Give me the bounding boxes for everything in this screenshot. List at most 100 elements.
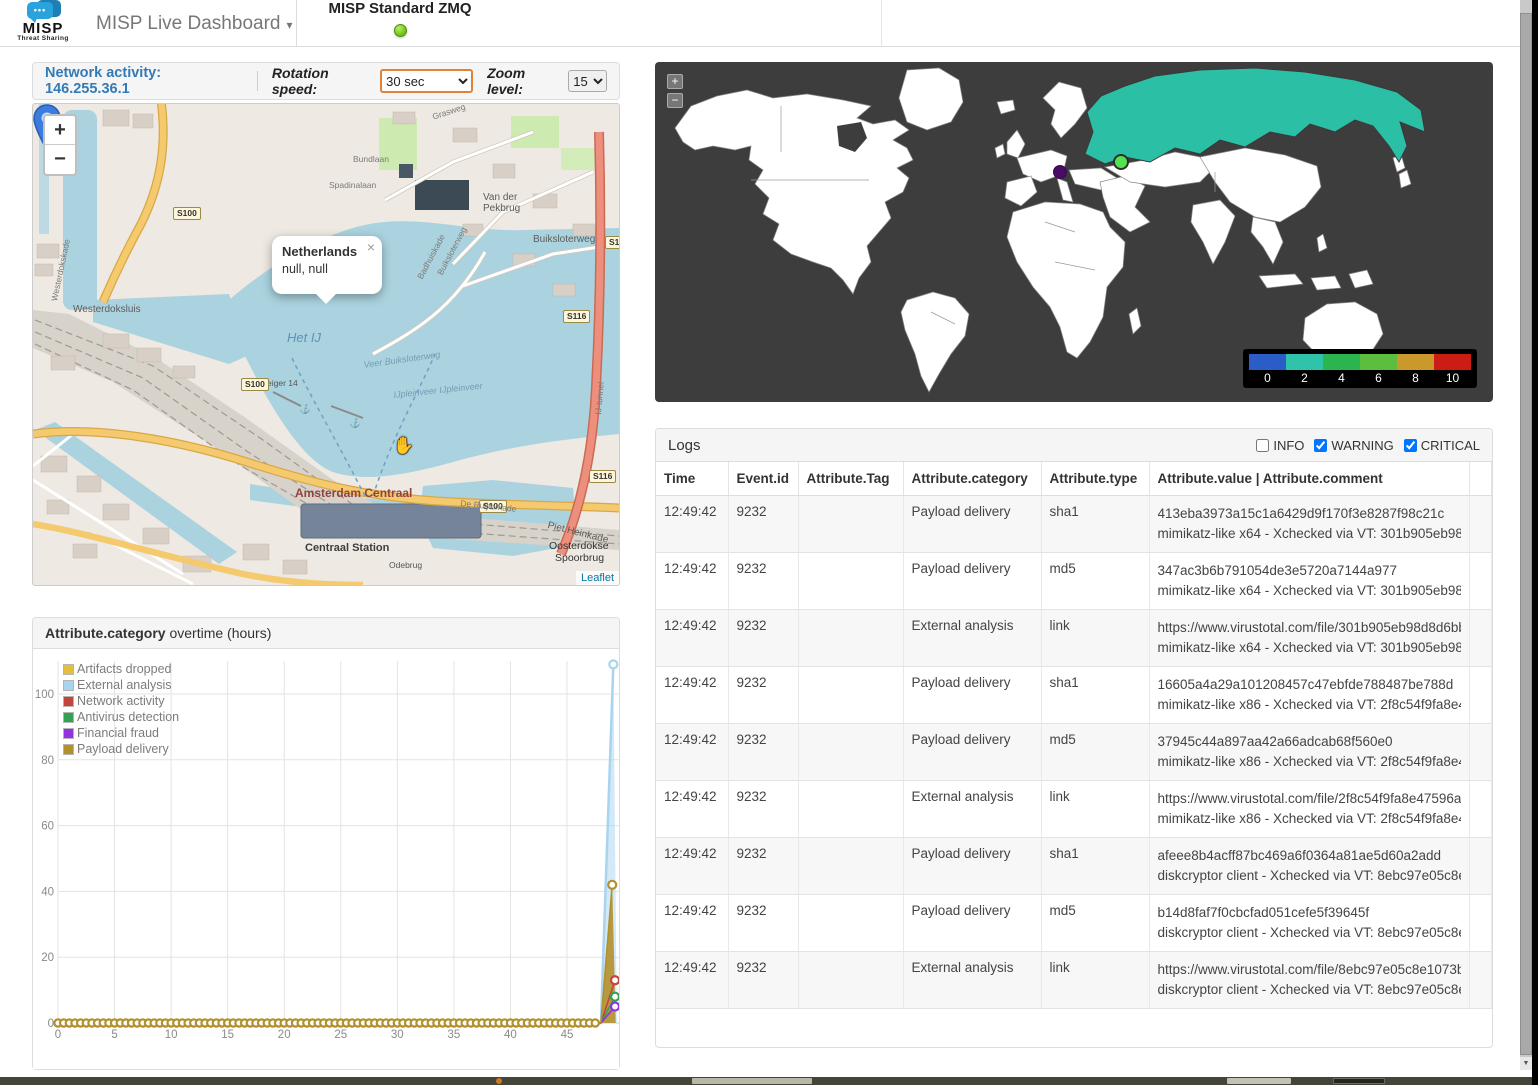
log-filter-critical[interactable]: CRITICAL [1404, 438, 1480, 453]
column-header: Attribute.Tag [798, 462, 903, 496]
svg-text:100: 100 [35, 689, 54, 701]
svg-text:30: 30 [391, 1029, 404, 1041]
legend-swatch [63, 712, 74, 723]
log-filter-info[interactable]: INFO [1256, 438, 1304, 453]
table-row[interactable]: 12:49:429232Payload deliverysha1afeee8b4… [656, 838, 1492, 895]
country-netherlands-dot [1054, 166, 1067, 179]
attribute-value: 413eba3973a15c1a6429d9f170f3e8287f98c21c [1158, 504, 1462, 524]
world-legend-ticks: 0246810 [1249, 370, 1471, 385]
legend-swatch [63, 728, 74, 739]
zmq-status-dot [394, 24, 407, 37]
svg-text:40: 40 [41, 886, 54, 898]
log-filter-warning[interactable]: WARNING [1314, 438, 1393, 453]
table-row[interactable]: 12:49:429232Payload deliverymd5b14d8faf7… [656, 895, 1492, 952]
chart-title-bold: Attribute.category [45, 625, 166, 641]
column-header: Time [656, 462, 728, 496]
attribute-comment: mimikatz-like x64 - Xchecked via VT: 301… [1158, 524, 1462, 544]
logs-title: Logs [668, 437, 701, 454]
legend-color-segment [1249, 354, 1286, 370]
legend-item: Antivirus detection [63, 709, 179, 725]
legend-item: Network activity [63, 693, 179, 709]
divider [257, 71, 258, 91]
chart-legend: Artifacts droppedExternal analysisNetwor… [63, 661, 179, 757]
svg-text:60: 60 [41, 821, 54, 833]
attribute-comment: mimikatz-like x86 - Xchecked via VT: 2f8… [1158, 695, 1462, 715]
table-row[interactable]: 12:49:429232Payload deliverymd537945c44a… [656, 724, 1492, 781]
zoom-level-label: Zoom level: [487, 65, 562, 97]
world-zoom-out-button[interactable]: − [667, 93, 683, 108]
legend-item: External analysis [63, 677, 179, 693]
leaflet-attribution[interactable]: Leaflet [576, 571, 619, 585]
legend-tick: 6 [1360, 370, 1397, 385]
svg-text:40: 40 [504, 1029, 517, 1041]
popup-close-icon[interactable]: × [367, 239, 375, 255]
popup-body: null, null [282, 262, 372, 276]
svg-text:20: 20 [41, 952, 54, 964]
dashboard-title-dropdown[interactable]: MISP Live Dashboard▾ [96, 0, 293, 47]
svg-text:0: 0 [48, 1018, 54, 1030]
legend-swatch [63, 696, 74, 707]
event-marker [1114, 155, 1128, 169]
misp-chat-bubbles-icon: ••• [23, 0, 63, 22]
table-row[interactable]: 12:49:429232External analysislinkhttps:/… [656, 610, 1492, 667]
table-row[interactable]: 12:49:429232External analysislinkhttps:/… [656, 781, 1492, 838]
column-header: Attribute.type [1041, 462, 1149, 496]
attribute-comment: mimikatz-like x86 - Xchecked via VT: 2f8… [1158, 809, 1462, 829]
taskbar-button-3 [1333, 1078, 1385, 1084]
navbar: ••• MISP Threat Sharing MISP Live Dashbo… [0, 0, 1538, 47]
attribute-comment: diskcryptor client - Xchecked via VT: 8e… [1158, 866, 1462, 886]
svg-text:10: 10 [165, 1029, 178, 1041]
attribute-comment: mimikatz-like x64 - Xchecked via VT: 301… [1158, 638, 1462, 658]
legend-color-segment [1286, 354, 1323, 370]
network-activity-panel: Network activity: 146.255.36.1 Rotation … [32, 62, 620, 100]
attribute-value: https://www.virustotal.com/file/301b905e… [1158, 618, 1462, 638]
network-activity-link[interactable]: Network activity: 146.255.36.1 [45, 65, 243, 97]
misp-live-dashboard-screen: ••• MISP Threat Sharing MISP Live Dashbo… [0, 0, 1538, 1085]
leaflet-map[interactable]: + − GraswegBundlaanSpadinalaanVan derPek… [32, 103, 620, 586]
svg-text:80: 80 [41, 755, 54, 767]
taskbar-button [692, 1078, 812, 1084]
map-zoom-out-button[interactable]: − [45, 145, 75, 174]
attribute-value: https://www.virustotal.com/file/8ebc97e0… [1158, 960, 1462, 980]
rotation-speed-select[interactable]: 30 sec [380, 69, 473, 93]
brand-subtitle: Threat Sharing [10, 35, 76, 42]
legend-item: Artifacts dropped [63, 661, 179, 677]
legend-tick: 0 [1249, 370, 1286, 385]
misp-logo[interactable]: ••• MISP Threat Sharing [10, 0, 76, 47]
table-row[interactable]: 12:49:429232Payload deliverysha116605a4a… [656, 667, 1492, 724]
legend-color-segment [1397, 354, 1434, 370]
checkbox-warning[interactable] [1314, 439, 1327, 452]
svg-text:35: 35 [447, 1029, 460, 1041]
screen-right-edge [1532, 0, 1538, 1085]
attribute-value: 37945c44a897aa42a66adcab68f560e0 [1158, 732, 1462, 752]
attribute-value: 347ac3b6b791054de3e5720a7144a977 [1158, 561, 1462, 581]
legend-swatch [63, 744, 74, 755]
legend-color-segment [1323, 354, 1360, 370]
table-row[interactable]: 12:49:429232External analysislinkhttps:/… [656, 952, 1492, 1009]
world-legend-colorbar [1249, 354, 1471, 370]
svg-text:15: 15 [221, 1029, 234, 1041]
world-zoom-in-button[interactable]: + [667, 74, 683, 89]
legend-tick: 8 [1397, 370, 1434, 385]
column-header: Attribute.value | Attribute.comment [1149, 462, 1470, 496]
world-map-panel[interactable]: + − 0246810 [655, 62, 1493, 402]
checkbox-info[interactable] [1256, 439, 1269, 452]
legend-color-segment [1434, 354, 1471, 370]
scrollbar-down-arrow[interactable]: ▼ [1520, 1057, 1532, 1070]
caret-down-icon: ▾ [286, 18, 292, 32]
map-zoom-in-button[interactable]: + [45, 116, 75, 145]
table-row[interactable]: 12:49:429232Payload deliverymd5347ac3b6b… [656, 553, 1492, 610]
checkbox-critical[interactable] [1404, 439, 1417, 452]
scrollbar-thumb[interactable] [1520, 13, 1532, 1055]
svg-text:0: 0 [55, 1029, 61, 1041]
popup-title: Netherlands [282, 244, 372, 259]
taskbar-dot [496, 1078, 502, 1084]
brand-name: MISP [10, 22, 76, 35]
world-zoom-control: + − [667, 74, 683, 112]
map-tiles [33, 104, 619, 585]
taskbar-button-2 [1227, 1078, 1291, 1084]
zoom-level-select[interactable]: 15 [568, 70, 607, 92]
navbar-divider [296, 0, 297, 47]
attribute-comment: diskcryptor client - Xchecked via VT: 8e… [1158, 980, 1462, 1000]
table-row[interactable]: 12:49:429232Payload deliverysha1413eba39… [656, 496, 1492, 553]
